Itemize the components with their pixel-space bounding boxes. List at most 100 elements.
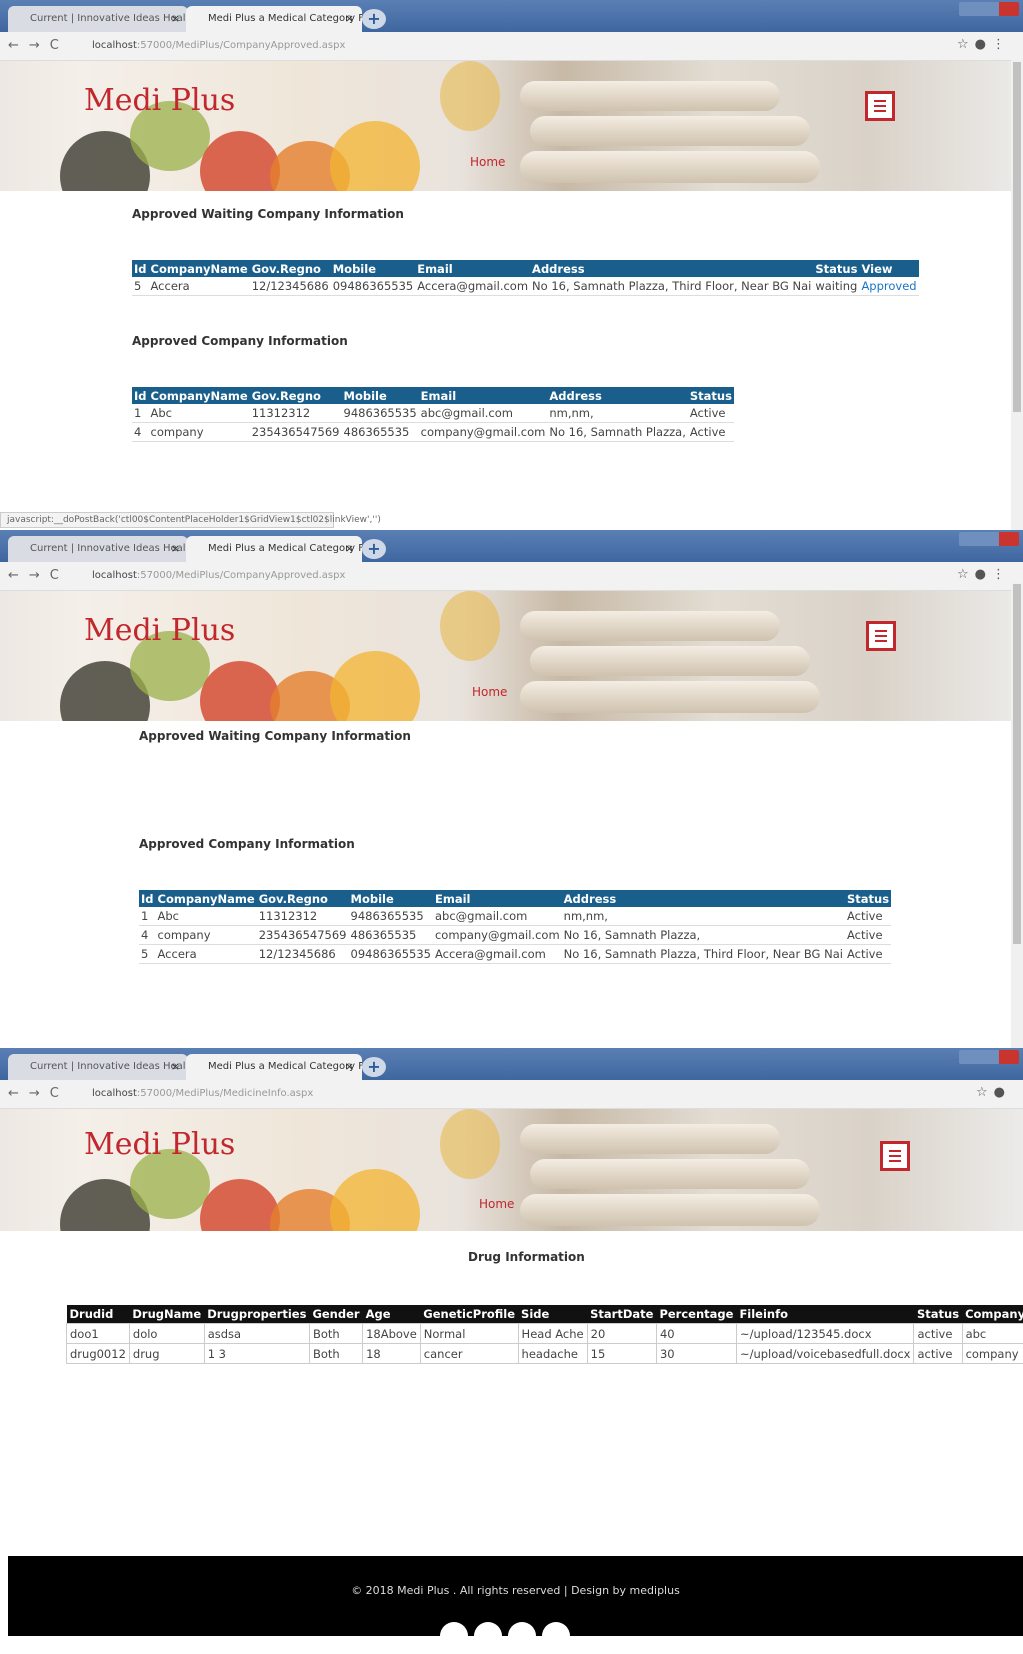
brand-logo[interactable]: Medi Plus xyxy=(84,83,235,118)
table-cell: 235436547569 xyxy=(250,423,342,442)
banner-image xyxy=(530,116,810,146)
address-bar[interactable]: ←→C localhost:57000/MediPlus/MedicineInf… xyxy=(0,1080,1023,1109)
google-plus-icon[interactable] xyxy=(508,1622,536,1650)
address-bar[interactable]: ←→C localhost:57000/MediPlus/CompanyAppr… xyxy=(0,562,1023,591)
column-header: Drudid xyxy=(67,1305,130,1324)
twitter-icon[interactable] xyxy=(474,1622,502,1650)
menu-icon[interactable] xyxy=(865,91,895,121)
table-cell: company@gmail.com xyxy=(433,926,562,945)
window-controls[interactable] xyxy=(959,2,1019,16)
browser-tab-inactive[interactable]: Current | Innovative Ideas Health× xyxy=(8,1054,188,1080)
tab-title: Current | Innovative Ideas Health xyxy=(30,543,188,554)
column-header: Fileinfo xyxy=(736,1305,914,1324)
banner-image xyxy=(200,1179,280,1231)
column-header: Id xyxy=(132,260,149,277)
banner-image xyxy=(440,61,500,131)
browser-tab-active[interactable]: Medi Plus a Medical Category Fr...× xyxy=(186,6,362,32)
new-tab-icon[interactable]: + xyxy=(362,9,386,29)
table-cell: Normal xyxy=(420,1324,518,1344)
nav-home-link[interactable]: Home xyxy=(472,685,507,699)
browser-tab-active[interactable]: Medi Plus a Medical Category Fr...× xyxy=(186,1054,362,1080)
browser-tab-active[interactable]: Medi Plus a Medical Category Fr...× xyxy=(186,536,362,562)
close-icon[interactable]: × xyxy=(345,6,354,32)
nav-home-link[interactable]: Home xyxy=(470,155,505,169)
table-cell: 09486365535 xyxy=(331,277,415,296)
column-header: Company xyxy=(962,1305,1023,1324)
bookmark-star-icon[interactable]: ☆●⋮ xyxy=(957,37,1011,52)
new-tab-icon[interactable]: + xyxy=(362,1057,386,1077)
page-scrollbar[interactable] xyxy=(1011,60,1023,530)
bookmark-star-icon[interactable]: ☆● xyxy=(976,1085,1011,1100)
column-header: View xyxy=(859,260,918,277)
table-cell: 5 xyxy=(139,945,156,964)
column-header: Address xyxy=(562,890,845,907)
table-cell: Abc xyxy=(149,404,250,423)
approved-company-table: IdCompanyNameGov.RegnoMobileEmailAddress… xyxy=(139,890,891,964)
header-banner: Medi Plus Home xyxy=(0,1109,1023,1231)
waiting-company-table: IdCompanyNameGov.RegnoMobileEmailAddress… xyxy=(132,260,919,296)
nav-home-link[interactable]: Home xyxy=(479,1197,514,1211)
approved-section-title: Approved Company Information xyxy=(132,334,348,348)
new-tab-icon[interactable]: + xyxy=(362,539,386,559)
window-controls[interactable] xyxy=(959,1050,1019,1064)
close-icon[interactable]: × xyxy=(345,1054,354,1080)
table-cell: abc xyxy=(962,1324,1023,1344)
close-icon[interactable]: × xyxy=(345,536,354,562)
browser-status-bar: javascript:__doPostBack('ctl00$ContentPl… xyxy=(0,512,334,528)
table-cell: 09486365535 xyxy=(349,945,433,964)
back-forward-reload-icons[interactable]: ←→C xyxy=(8,1086,69,1101)
column-header: Mobile xyxy=(349,890,433,907)
screenshot-2: Current | Innovative Ideas Health× Medi … xyxy=(0,530,1023,1048)
column-header: Status xyxy=(845,890,891,907)
linkedin-icon[interactable] xyxy=(542,1622,570,1650)
close-icon[interactable]: × xyxy=(171,536,180,562)
waiting-section-title: Approved Waiting Company Information xyxy=(132,207,404,221)
table-cell: 1 3 xyxy=(204,1344,309,1364)
table-cell: 9486365535 xyxy=(349,907,433,926)
table-cell: drug0012 xyxy=(67,1344,130,1364)
tab-title: Current | Innovative Ideas Health xyxy=(30,1061,188,1072)
window-controls[interactable] xyxy=(959,532,1019,546)
banner-image xyxy=(520,611,780,641)
menu-icon[interactable] xyxy=(866,621,896,651)
column-header: Address xyxy=(547,387,688,404)
column-header: CompanyName xyxy=(149,260,250,277)
url-text[interactable]: localhost:57000/MediPlus/CompanyApproved… xyxy=(92,40,345,51)
close-icon[interactable]: × xyxy=(171,1054,180,1080)
table-cell: nm,nm, xyxy=(547,404,688,423)
table-cell: company xyxy=(156,926,257,945)
table-cell: Abc xyxy=(156,907,257,926)
table-row: doo1doloasdsaBoth18AboveNormalHead Ache2… xyxy=(67,1324,1023,1344)
column-header: Gov.Regno xyxy=(250,260,331,277)
bookmark-star-icon[interactable]: ☆●⋮ xyxy=(957,567,1011,582)
table-cell: Active xyxy=(845,907,891,926)
table-row: 1Abc113123129486365535abc@gmail.comnm,nm… xyxy=(139,907,891,926)
url-text[interactable]: localhost:57000/MediPlus/CompanyApproved… xyxy=(92,570,345,581)
brand-logo[interactable]: Medi Plus xyxy=(84,1127,235,1162)
table-cell: active xyxy=(914,1324,962,1344)
table-cell: 9486365535 xyxy=(342,404,419,423)
column-header: StartDate xyxy=(587,1305,656,1324)
table-cell: No 16, Samnath Plazza, xyxy=(547,423,688,442)
banner-image xyxy=(520,1194,820,1226)
banner-image xyxy=(520,151,820,183)
table-cell: 20 xyxy=(587,1324,656,1344)
table-cell: 30 xyxy=(656,1344,736,1364)
column-header: Gender xyxy=(309,1305,362,1324)
tab-title: Medi Plus a Medical Category Fr... xyxy=(208,1061,362,1072)
url-text[interactable]: localhost:57000/MediPlus/MedicineInfo.as… xyxy=(92,1088,313,1099)
close-icon[interactable]: × xyxy=(171,6,180,32)
browser-tab-inactive[interactable]: Current | Innovative Ideas Health× xyxy=(8,6,188,32)
browser-tab-inactive[interactable]: Current | Innovative Ideas Health× xyxy=(8,536,188,562)
menu-icon[interactable] xyxy=(880,1141,910,1171)
address-bar[interactable]: ←→C localhost:57000/MediPlus/CompanyAppr… xyxy=(0,32,1023,61)
facebook-icon[interactable] xyxy=(440,1622,468,1650)
brand-logo[interactable]: Medi Plus xyxy=(84,613,235,648)
column-header: Address xyxy=(530,260,813,277)
browser-tab-strip: Current | Innovative Ideas Health× Medi … xyxy=(0,1048,1023,1080)
back-forward-reload-icons[interactable]: ←→C xyxy=(8,568,69,583)
page-scrollbar[interactable] xyxy=(1011,582,1023,1048)
back-forward-reload-icons[interactable]: ←→C xyxy=(8,38,69,53)
approve-link[interactable]: Approved xyxy=(859,277,918,296)
column-header: Age xyxy=(363,1305,421,1324)
